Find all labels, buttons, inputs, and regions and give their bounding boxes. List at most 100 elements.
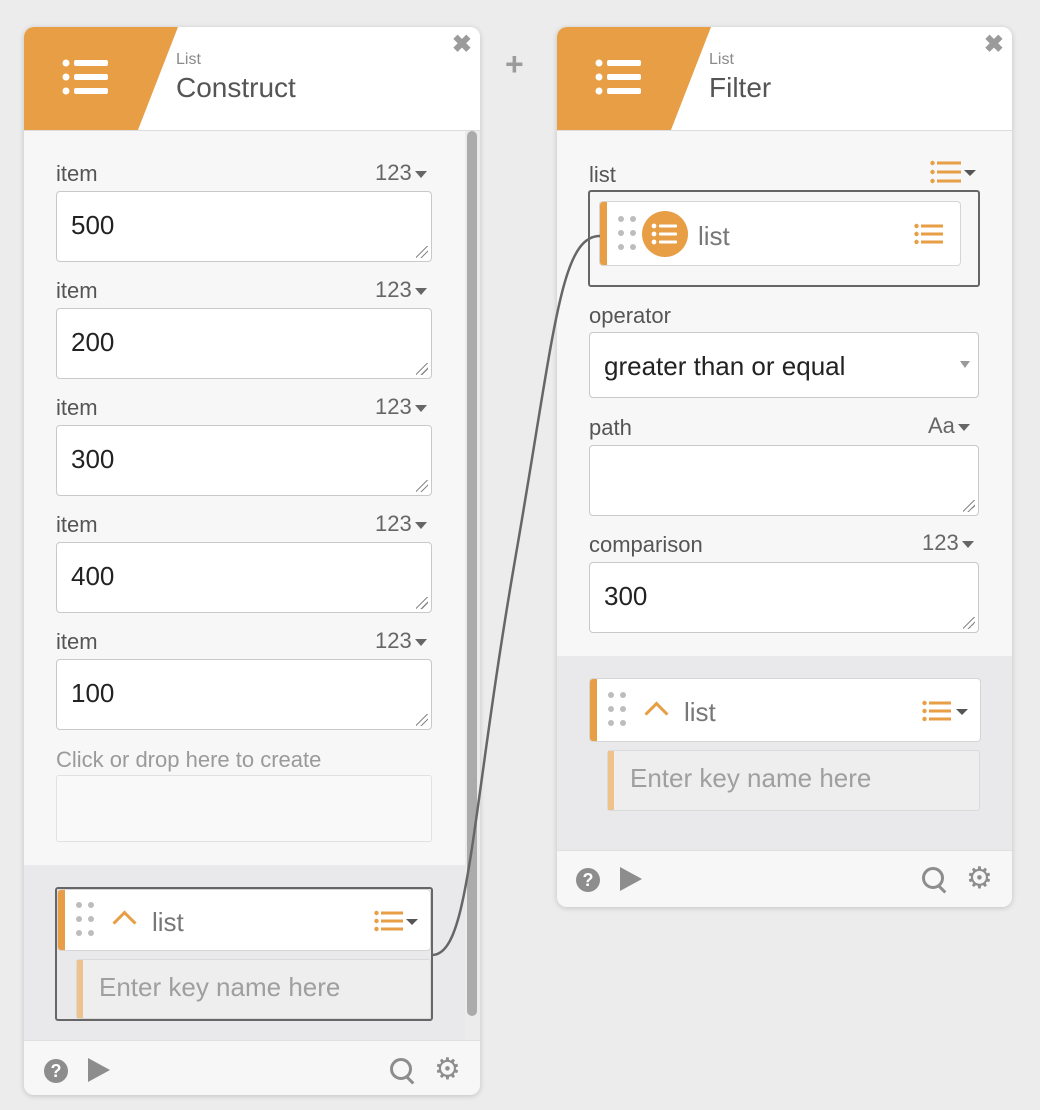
item-input-value: 100: [71, 678, 115, 708]
resize-handle-icon[interactable]: [416, 597, 428, 609]
field-label-list: list: [589, 162, 616, 187]
item-input[interactable]: 500: [56, 191, 432, 262]
create-hint: Click or drop here to create: [56, 747, 322, 772]
connected-list-pill[interactable]: list: [599, 201, 961, 266]
key-input-accent: [608, 751, 614, 810]
field-label-item: item: [56, 512, 98, 537]
list-type-selector[interactable]: [930, 160, 978, 184]
list-icon: [595, 59, 641, 95]
drag-handle-icon[interactable]: [608, 692, 628, 728]
resize-handle-icon[interactable]: [963, 617, 975, 629]
type-selector[interactable]: 123: [375, 628, 427, 654]
comparison-input[interactable]: 300: [589, 562, 979, 633]
resize-handle-icon[interactable]: [416, 714, 428, 726]
type-selector[interactable]: 123: [375, 277, 427, 303]
list-type-icon[interactable]: [374, 910, 418, 932]
type-selector-label: 123: [375, 277, 412, 302]
search-icon[interactable]: [922, 867, 944, 889]
operator-value: greater than or equal: [604, 351, 846, 381]
item-input[interactable]: 300: [56, 425, 432, 496]
chevron-down-icon: [414, 170, 427, 178]
field-label-item: item: [56, 395, 98, 420]
create-drop-zone[interactable]: [56, 775, 432, 842]
type-selector-label: 123: [375, 394, 412, 419]
close-icon[interactable]: ✖: [984, 33, 1004, 57]
item-input-value: 400: [71, 561, 115, 591]
close-icon[interactable]: ✖: [452, 33, 472, 57]
help-icon[interactable]: ?: [44, 1059, 68, 1083]
drag-handle-icon[interactable]: [76, 902, 96, 938]
type-selector-label: 123: [375, 160, 412, 185]
path-input[interactable]: [589, 445, 979, 516]
play-icon[interactable]: [88, 1058, 110, 1082]
item-input[interactable]: 200: [56, 308, 432, 379]
chevron-down-icon: [414, 638, 427, 646]
node-footer: ? ⚙: [24, 1040, 480, 1095]
output-list-item[interactable]: list: [57, 889, 431, 951]
field-label-path: path: [589, 415, 632, 440]
gear-icon[interactable]: ⚙: [434, 1055, 461, 1085]
list-construct-node: List Construct ✖ item 123 500 item 123 2…: [24, 27, 480, 1095]
type-selector[interactable]: 123: [922, 530, 974, 556]
node-header: List Construct ✖: [24, 27, 480, 131]
resize-handle-icon[interactable]: [416, 246, 428, 258]
search-icon[interactable]: [390, 1058, 412, 1080]
node-category: List: [709, 51, 734, 68]
add-node-button[interactable]: +: [505, 46, 524, 83]
type-selector-label: 123: [375, 511, 412, 536]
item-input-value: 300: [71, 444, 115, 474]
connected-list-label: list: [698, 221, 730, 251]
resize-handle-icon[interactable]: [416, 480, 428, 492]
list-type-icon: [914, 223, 943, 245]
chevron-down-icon: [960, 361, 970, 368]
chevron-down-icon: [414, 287, 427, 295]
drag-handle-icon[interactable]: [618, 216, 638, 252]
list-filter-node: List Filter ✖ list list operator greater…: [557, 27, 1012, 907]
pill-accent-bar: [600, 202, 607, 265]
list-type-icon[interactable]: [922, 700, 970, 722]
type-selector[interactable]: 123: [375, 394, 427, 420]
item-input[interactable]: 100: [56, 659, 432, 730]
item-input[interactable]: 400: [56, 542, 432, 613]
key-name-input[interactable]: Enter key name here: [76, 959, 431, 1019]
resize-handle-icon[interactable]: [963, 500, 975, 512]
node-title: Filter: [709, 72, 772, 103]
play-icon[interactable]: [620, 867, 642, 891]
chevron-down-icon: [957, 423, 970, 431]
help-icon[interactable]: ?: [576, 868, 600, 892]
chevron-down-icon: [414, 404, 427, 412]
chevron-up-icon[interactable]: [644, 701, 669, 726]
operator-select[interactable]: greater than or equal: [589, 332, 979, 398]
chevron-down-icon: [414, 521, 427, 529]
resize-handle-icon[interactable]: [416, 363, 428, 375]
key-name-input[interactable]: Enter key name here: [607, 750, 980, 811]
output-label: list: [152, 907, 184, 937]
field-label-item: item: [56, 161, 98, 186]
type-selector-label: 123: [922, 530, 959, 555]
item-input-value: 200: [71, 327, 115, 357]
output-list-item[interactable]: list: [589, 678, 981, 742]
type-selector[interactable]: Aa: [928, 413, 970, 439]
output-accent-bar: [590, 679, 597, 741]
list-circle-icon: [642, 211, 688, 257]
output-label: list: [684, 697, 716, 727]
output-accent-bar: [58, 890, 65, 950]
chevron-down-icon: [961, 540, 974, 548]
key-input-accent: [77, 960, 83, 1018]
field-label-item: item: [56, 278, 98, 303]
field-label-comparison: comparison: [589, 532, 703, 557]
node-category: List: [176, 51, 201, 68]
scrollbar-thumb[interactable]: [467, 131, 477, 1016]
type-selector[interactable]: 123: [375, 160, 427, 186]
field-label-operator: operator: [589, 303, 671, 328]
list-icon: [62, 59, 108, 95]
comparison-input-value: 300: [604, 581, 648, 611]
key-name-placeholder: Enter key name here: [99, 972, 341, 1002]
type-selector[interactable]: 123: [375, 511, 427, 537]
type-selector-label: Aa: [928, 413, 955, 438]
chevron-up-icon[interactable]: [112, 910, 137, 935]
item-input-value: 500: [71, 210, 115, 240]
gear-icon[interactable]: ⚙: [966, 864, 993, 894]
node-header: List Filter ✖: [557, 27, 1012, 131]
type-selector-label: 123: [375, 628, 412, 653]
